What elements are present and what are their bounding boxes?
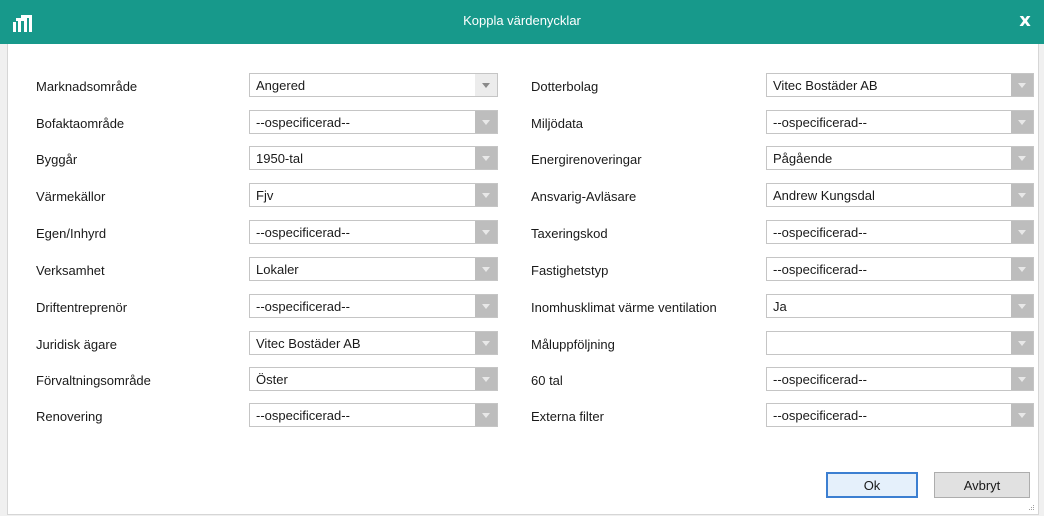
label-maluppfoljning: Måluppföljning: [531, 337, 615, 352]
sextio-tal-dropdown[interactable]: --ospecificerad--: [766, 367, 1034, 391]
bofaktaomrade-dropdown[interactable]: --ospecificerad--: [249, 110, 498, 134]
chevron-down-icon[interactable]: [475, 184, 497, 206]
label-inomhusklimat: Inomhusklimat värme ventilation: [531, 300, 717, 315]
chevron-down-icon[interactable]: [1011, 295, 1033, 317]
fastighetstyp-dropdown[interactable]: --ospecificerad--: [766, 257, 1034, 281]
juridisk-agare-value: Vitec Bostäder AB: [256, 336, 361, 351]
inomhusklimat-dropdown[interactable]: Ja: [766, 294, 1034, 318]
dotterbolag-value: Vitec Bostäder AB: [773, 78, 878, 93]
label-bofaktaomrade: Bofaktaområde: [36, 116, 125, 131]
label-ansvarig-avlasare: Ansvarig-Avläsare: [531, 189, 637, 204]
verksamhet-dropdown[interactable]: Lokaler: [249, 257, 498, 281]
label-dotterbolag: Dotterbolag: [531, 79, 599, 94]
label-renovering: Renovering: [36, 409, 103, 424]
close-icon[interactable]: x: [1016, 11, 1034, 31]
chevron-down-icon[interactable]: [1011, 368, 1033, 390]
energirenoveringar-value: Pågående: [773, 151, 833, 166]
chevron-down-icon[interactable]: [1011, 404, 1033, 426]
title-bar: Koppla värdenycklar x: [0, 0, 1044, 44]
forvaltningsomrade-value: Öster: [256, 372, 288, 387]
chevron-down-icon[interactable]: [1011, 184, 1033, 206]
label-miljodata: Miljödata: [531, 116, 584, 131]
egen-inhyrd-value: --ospecificerad--: [256, 225, 350, 240]
cancel-button[interactable]: Avbryt: [934, 472, 1030, 498]
taxeringskod-value: --ospecificerad--: [773, 225, 867, 240]
ok-button[interactable]: Ok: [826, 472, 918, 498]
window-title: Koppla värdenycklar: [463, 13, 581, 28]
energirenoveringar-dropdown[interactable]: Pågående: [766, 146, 1034, 170]
label-driftentreprenor: Driftentreprenör: [36, 300, 128, 315]
byggar-value: 1950-tal: [256, 151, 303, 166]
chevron-down-icon[interactable]: [475, 368, 497, 390]
label-verksamhet: Verksamhet: [36, 263, 105, 278]
label-forvaltningsomrade: Förvaltningsområde: [36, 373, 151, 388]
miljodata-dropdown[interactable]: --ospecificerad--: [766, 110, 1034, 134]
chevron-down-icon[interactable]: [1011, 111, 1033, 133]
marknadsomrade-value: Angered: [256, 78, 306, 93]
dotterbolag-dropdown[interactable]: Vitec Bostäder AB: [766, 73, 1034, 97]
label-taxeringskod: Taxeringskod: [531, 226, 608, 241]
chevron-down-icon[interactable]: [475, 332, 497, 354]
forvaltningsomrade-dropdown[interactable]: Öster: [249, 367, 498, 391]
ansvarig-avlasare-value: Andrew Kungsdal: [773, 188, 875, 203]
label-egen-inhyrd: Egen/Inhyrd: [36, 226, 107, 241]
driftentreprenor-value: --ospecificerad--: [256, 299, 350, 314]
chevron-down-icon[interactable]: [1011, 74, 1033, 96]
label-fastighetstyp: Fastighetstyp: [531, 263, 609, 278]
label-juridisk-agare: Juridisk ägare: [36, 337, 117, 352]
chevron-down-icon[interactable]: [1011, 147, 1033, 169]
label-byggar: Byggår: [36, 152, 78, 167]
chevron-down-icon[interactable]: [1011, 332, 1033, 354]
externa-filter-dropdown[interactable]: --ospecificerad--: [766, 403, 1034, 427]
chevron-down-icon[interactable]: [475, 147, 497, 169]
chevron-down-icon[interactable]: [475, 404, 497, 426]
renovering-dropdown[interactable]: --ospecificerad--: [249, 403, 498, 427]
label-60-tal: 60 tal: [531, 373, 563, 388]
chevron-down-icon[interactable]: [1011, 221, 1033, 243]
label-varmekallor: Värmekällor: [36, 189, 106, 204]
chevron-down-icon[interactable]: [475, 74, 497, 96]
chevron-down-icon[interactable]: [1011, 258, 1033, 280]
marknadsomrade-dropdown[interactable]: Angered: [249, 73, 498, 97]
chevron-down-icon[interactable]: [475, 111, 497, 133]
taxeringskod-dropdown[interactable]: --ospecificerad--: [766, 220, 1034, 244]
ansvarig-avlasare-dropdown[interactable]: Andrew Kungsdal: [766, 183, 1034, 207]
driftentreprenor-dropdown[interactable]: --ospecificerad--: [249, 294, 498, 318]
chevron-down-icon[interactable]: [475, 221, 497, 243]
sextio-tal-value: --ospecificerad--: [773, 372, 867, 387]
varmekallor-value: Fjv: [256, 188, 274, 203]
externa-filter-value: --ospecificerad--: [773, 408, 867, 423]
renovering-value: --ospecificerad--: [256, 408, 350, 423]
egen-inhyrd-dropdown[interactable]: --ospecificerad--: [249, 220, 498, 244]
fastighetstyp-value: --ospecificerad--: [773, 262, 867, 277]
verksamhet-value: Lokaler: [256, 262, 299, 277]
varmekallor-dropdown[interactable]: Fjv: [249, 183, 498, 207]
maluppfoljning-dropdown[interactable]: [766, 331, 1034, 355]
dialog-content: Marknadsområde Angered Bofaktaområde --o…: [7, 44, 1039, 515]
bofaktaomrade-value: --ospecificerad--: [256, 115, 350, 130]
byggar-dropdown[interactable]: 1950-tal: [249, 146, 498, 170]
label-marknadsomrade: Marknadsområde: [36, 79, 138, 94]
miljodata-value: --ospecificerad--: [773, 115, 867, 130]
resize-grip-icon[interactable]: [1027, 503, 1035, 511]
label-energirenoveringar: Energirenoveringar: [531, 152, 642, 167]
label-externa-filter: Externa filter: [531, 409, 604, 424]
chevron-down-icon[interactable]: [475, 258, 497, 280]
chevron-down-icon[interactable]: [475, 295, 497, 317]
inomhusklimat-value: Ja: [773, 299, 787, 314]
juridisk-agare-dropdown[interactable]: Vitec Bostäder AB: [249, 331, 498, 355]
